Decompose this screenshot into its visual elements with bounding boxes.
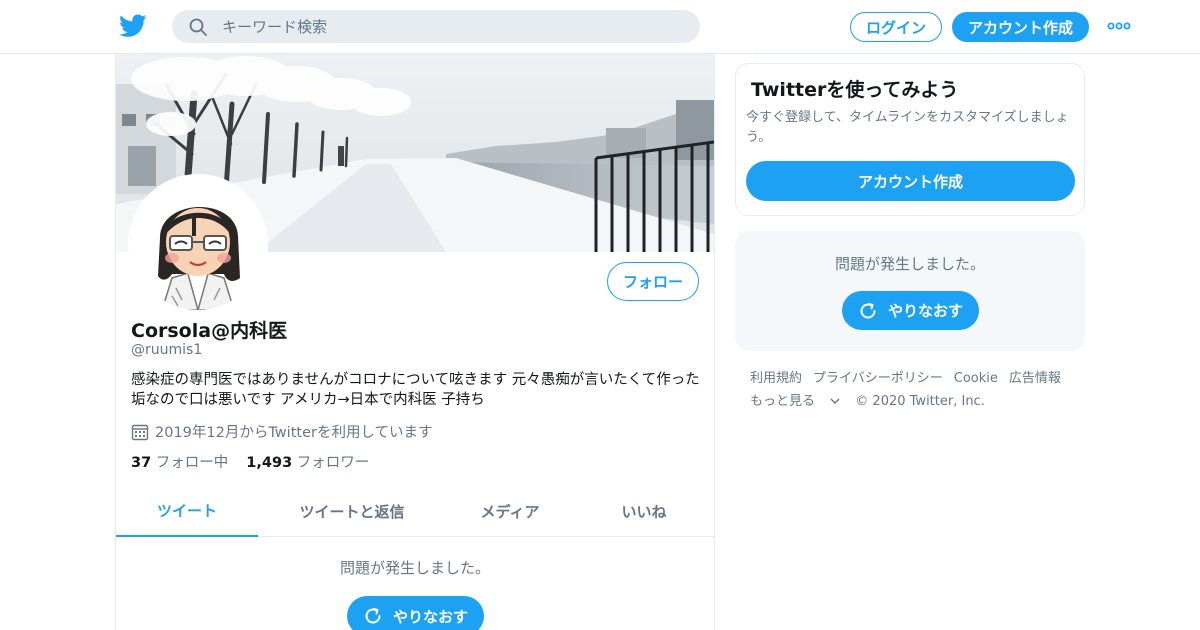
timeline-retry-button[interactable]: やりなおす <box>347 596 484 630</box>
profile-name: Corsola@内科医 <box>131 320 288 342</box>
top-bar: ログイン アカウント作成 <box>0 0 1200 54</box>
tab-tweets-and-replies[interactable]: ツイートと返信 <box>258 485 446 537</box>
signup-button[interactable]: アカウント作成 <box>952 12 1089 42</box>
signup-card: Twitterを使ってみよう 今すぐ登録して、タイムラインをカスタマイズしましょ… <box>735 63 1085 216</box>
followers-label: フォロワー <box>296 455 370 471</box>
footer-link-privacy[interactable]: プライバシーポリシー <box>813 371 943 386</box>
login-button[interactable]: ログイン <box>850 12 942 42</box>
tab-likes[interactable]: いいね <box>574 485 714 537</box>
tab-media[interactable]: メディア <box>446 485 574 537</box>
footer-more-link[interactable]: もっと見る <box>750 394 844 409</box>
signup-card-button[interactable]: アカウント作成 <box>746 161 1075 201</box>
copyright: © 2020 Twitter, Inc. <box>855 394 985 409</box>
sidebar-error-message: 問題が発生しました。 <box>834 255 985 273</box>
followers-link[interactable]: 1,493 フォロワー <box>246 455 369 471</box>
timeline-retry-label: やりなおす <box>392 607 468 626</box>
following-link[interactable]: 37 フォロー中 <box>131 455 228 471</box>
profile-tabs: ツイート ツイートと返信 メディア いいね <box>116 485 714 537</box>
following-label: フォロー中 <box>155 455 229 471</box>
refresh-icon <box>365 608 381 624</box>
refresh-icon <box>860 302 876 318</box>
footer-link-terms[interactable]: 利用規約 <box>750 371 802 386</box>
following-count: 37 <box>131 455 152 471</box>
tab-tweets[interactable]: ツイート <box>116 485 258 537</box>
search-input[interactable] <box>222 10 682 43</box>
footer-link-ads[interactable]: 広告情報 <box>1009 371 1061 386</box>
sidebar-retry-button[interactable]: やりなおす <box>842 291 979 330</box>
sidebar-retry-label: やりなおす <box>887 302 963 320</box>
calendar-icon <box>131 424 149 440</box>
footer-more-label: もっと見る <box>750 394 816 409</box>
follow-stats: 37 フォロー中 1,493 フォロワー <box>131 451 369 472</box>
timeline-error-message: 問題が発生しました。 <box>339 559 490 577</box>
doctor-avatar-illustration <box>132 178 264 310</box>
joined-date: 2019年12月からTwitterを利用しています <box>131 421 433 442</box>
follow-button[interactable]: フォロー <box>607 262 699 301</box>
signup-card-title: Twitterを使ってみよう <box>751 79 959 101</box>
sidebar-footer: 利用規約 プライバシーポリシー Cookie 広告情報 もっと見る © 2020 Tw… <box>750 367 1080 413</box>
twitter-bird-icon[interactable] <box>119 14 147 38</box>
search-icon <box>189 18 207 36</box>
sidebar-error-card: 問題が発生しました。 やりなおす <box>735 231 1085 351</box>
chevron-down-icon <box>830 398 840 404</box>
profile-avatar[interactable] <box>128 174 268 314</box>
profile-handle[interactable]: @ruumis1 <box>131 342 202 358</box>
profile-column: フォロー Corsola@内科医 @ruumis1 感染症の専門医ではありません… <box>115 54 715 630</box>
footer-link-cookie[interactable]: Cookie <box>954 371 998 386</box>
more-dots-icon[interactable] <box>1107 19 1131 33</box>
signup-card-description: 今すぐ登録して、タイムラインをカスタマイズしましょう。 <box>746 110 1069 145</box>
profile-bio: 感染症の専門医ではありませんがコロナについて呟きます 元々愚痴が言いたくて作った… <box>131 372 700 408</box>
joined-text: 2019年12月からTwitterを利用しています <box>155 425 433 441</box>
followers-count: 1,493 <box>246 455 293 471</box>
search-box[interactable] <box>172 10 700 43</box>
